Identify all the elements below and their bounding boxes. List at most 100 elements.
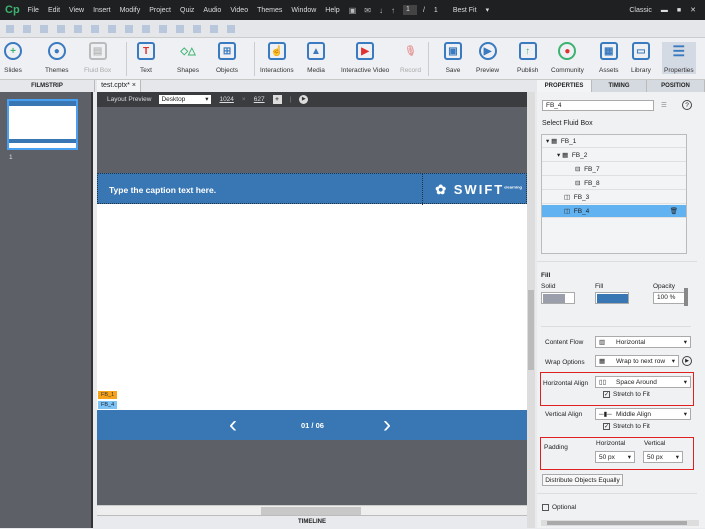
page-number-input[interactable]: 1 [403, 5, 417, 15]
align-bottom-icon[interactable] [91, 25, 99, 33]
align-left-icon[interactable] [6, 25, 14, 33]
height-input[interactable]: 627 [254, 96, 265, 103]
mail-icon[interactable]: ✉ [364, 6, 371, 15]
zoom-select[interactable]: Best Fit [453, 7, 477, 14]
objects-button[interactable]: ⊞Objects [216, 42, 238, 74]
slide-canvas[interactable]: Type the caption text here. ✿ SWIFTelear… [97, 173, 527, 440]
tab-properties[interactable]: PROPERTIES [537, 80, 592, 92]
publish-button[interactable]: ↑Publish [517, 42, 538, 74]
tree-item-fb7[interactable]: ⊟ FB_7 [542, 163, 686, 176]
optional-checkbox[interactable]: Optional [542, 504, 576, 511]
vertical-scrollbar[interactable] [527, 92, 535, 528]
slides-button[interactable]: +Slides [4, 42, 22, 74]
interactions-button[interactable]: ☝Interactions [260, 42, 294, 74]
fluid-box-button[interactable]: ▤Fluid Box [84, 42, 111, 74]
preview-button[interactable]: ▶Preview [476, 42, 499, 74]
community-button[interactable]: ●Community [551, 42, 584, 74]
tree-item-fb8[interactable]: ⊟ FB_8 [542, 177, 686, 190]
arrow-down-icon[interactable]: ↓ [379, 6, 383, 15]
same-size-icon[interactable] [176, 25, 184, 33]
content-flow-select[interactable]: ▥Horizontal▾ [595, 336, 691, 348]
menu-audio[interactable]: Audio [203, 7, 221, 14]
slide-thumbnail[interactable] [7, 99, 78, 150]
opacity-input[interactable]: 100 % [653, 292, 688, 304]
caption-text[interactable]: Type the caption text here. [109, 185, 216, 195]
help-icon[interactable]: ? [682, 100, 692, 110]
width-input[interactable]: 1024 [219, 96, 233, 103]
library-button[interactable]: ▭Library [631, 42, 651, 74]
assets-button[interactable]: ▦Assets [599, 42, 619, 74]
menu-themes[interactable]: Themes [257, 7, 282, 14]
fluid-box-name-input[interactable]: FB_4 [542, 100, 654, 111]
tab-document[interactable]: test.cptx* × [97, 80, 141, 92]
timeline-panel[interactable]: TIMELINE [97, 515, 527, 528]
menu-window[interactable]: Window [291, 7, 316, 14]
previous-arrow-icon[interactable]: ‹ [229, 410, 237, 440]
media-button[interactable]: ▲Media [307, 42, 325, 74]
list-icon[interactable]: ☰ [661, 101, 667, 109]
distribute-objects-button[interactable]: Distribute Objects Equally [542, 474, 623, 486]
maximize-icon[interactable]: ■ [677, 7, 681, 14]
group-icon[interactable] [227, 25, 235, 33]
menu-project[interactable]: Project [149, 7, 171, 14]
same-height-icon[interactable] [159, 25, 167, 33]
properties-button[interactable]: ☰Properties [662, 42, 696, 74]
align-right-icon[interactable] [40, 25, 48, 33]
send-backward-icon[interactable] [210, 25, 218, 33]
text-button[interactable]: TText [137, 42, 155, 74]
shapes-button[interactable]: ◇△Shapes [177, 42, 199, 74]
arrow-up-icon[interactable]: ↑ [391, 6, 395, 15]
fluid-box-tag-fb1[interactable]: FB_1 [98, 391, 117, 399]
monitor-icon[interactable]: ▣ [349, 6, 357, 15]
horizontal-scrollbar[interactable] [97, 505, 527, 515]
tree-item-fb3[interactable]: ◫ FB_3 [542, 191, 686, 204]
menu-view[interactable]: View [69, 7, 84, 14]
fluid-box-tag-fb4[interactable]: FB_4 [98, 401, 117, 409]
save-button[interactable]: ▣Save [444, 42, 462, 74]
solid-color-picker[interactable] [541, 292, 575, 304]
menu-help[interactable]: Help [325, 7, 339, 14]
panel-scrollbar[interactable] [684, 288, 688, 306]
stretch-to-fit-checkbox-v[interactable]: ✓Stretch to Fit [603, 423, 650, 430]
play-icon[interactable]: ▶ [682, 356, 692, 366]
padding-vertical-input[interactable]: 50 px▾ [643, 451, 683, 463]
add-breakpoint-icon[interactable]: + [273, 95, 282, 104]
workspace-select[interactable]: Classic [629, 7, 652, 14]
close-tab-icon[interactable]: × [132, 82, 136, 89]
tree-item-fb1[interactable]: ▾ ▦ FB_1 [542, 135, 686, 148]
tree-item-fb2[interactable]: ▾ ▦ FB_2 [542, 149, 686, 162]
menu-quiz[interactable]: Quiz [180, 7, 194, 14]
menu-video[interactable]: Video [230, 7, 248, 14]
distribute-v-icon[interactable] [125, 25, 133, 33]
chevron-down-icon[interactable]: ▾ [486, 6, 490, 14]
themes-button[interactable]: ●Themes [45, 42, 68, 74]
menu-modify[interactable]: Modify [120, 7, 141, 14]
align-middle-icon[interactable] [74, 25, 82, 33]
menu-file[interactable]: File [28, 7, 39, 14]
bring-forward-icon[interactable] [193, 25, 201, 33]
horizontal-align-select[interactable]: ▯▯Space Around▾ [595, 376, 691, 388]
align-center-icon[interactable] [23, 25, 31, 33]
device-select[interactable]: Desktop▾ [159, 95, 211, 104]
tab-position[interactable]: POSITION [647, 80, 705, 92]
fill-color-picker[interactable] [595, 292, 629, 304]
menu-edit[interactable]: Edit [48, 7, 60, 14]
caption-bar[interactable]: Type the caption text here. ✿ SWIFTelear… [97, 173, 527, 204]
tree-item-fb4[interactable]: ◫ FB_4🗑 [542, 205, 686, 218]
same-width-icon[interactable] [142, 25, 150, 33]
panel-horizontal-scrollbar[interactable] [541, 520, 699, 526]
padding-horizontal-input[interactable]: 50 px▾ [595, 451, 635, 463]
tab-filmstrip[interactable]: FILMSTRIP [0, 80, 95, 92]
minimize-icon[interactable]: ▬ [661, 7, 668, 14]
interactive-video-button[interactable]: ▶Interactive Video [341, 42, 389, 74]
menu-insert[interactable]: Insert [93, 7, 111, 14]
record-button[interactable]: 🎙Record [400, 42, 421, 74]
distribute-h-icon[interactable] [108, 25, 116, 33]
tab-timing[interactable]: TIMING [592, 80, 647, 92]
trash-icon[interactable]: 🗑 [670, 205, 678, 218]
play-icon[interactable]: ▶ [299, 95, 308, 104]
close-icon[interactable]: ✕ [690, 6, 696, 14]
vertical-align-select[interactable]: ─▮─Middle Align▾ [595, 408, 691, 420]
wrap-options-select[interactable]: ▦Wrap to next row▾ [595, 355, 679, 367]
next-arrow-icon[interactable]: › [383, 410, 391, 440]
